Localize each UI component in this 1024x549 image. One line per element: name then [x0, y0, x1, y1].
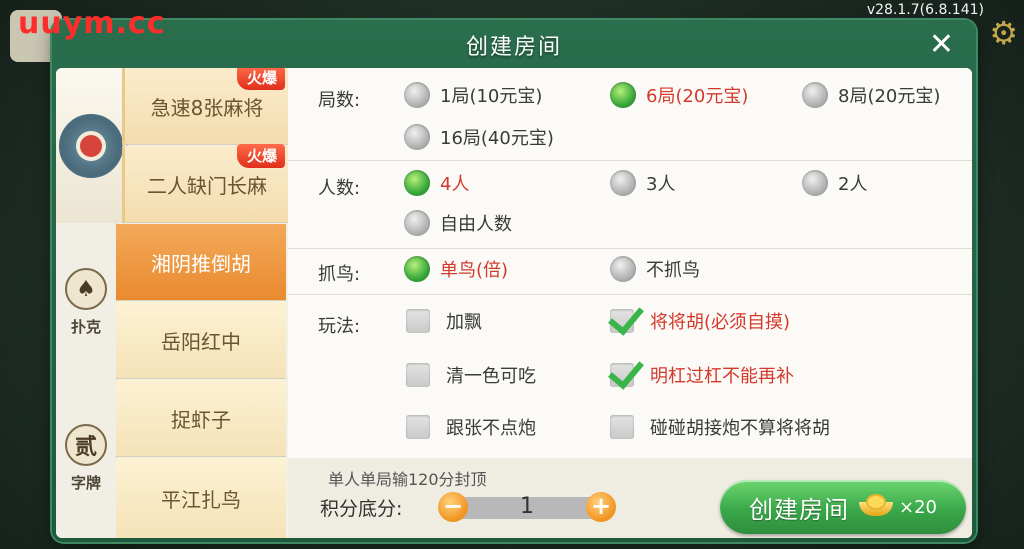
- rule-checkbox[interactable]: 清一色可吃: [406, 362, 536, 388]
- radio-icon: [802, 82, 828, 108]
- spade-icon: ♠: [65, 268, 107, 310]
- game-name: 平江扎鸟: [161, 487, 241, 512]
- rounds-row: 局数: 1局(10元宝) 6局(20元宝) 8局(20元宝) 16局(40元宝): [288, 68, 972, 161]
- option-label: 不抓鸟: [646, 260, 700, 281]
- gold-ingot-icon: [859, 496, 893, 518]
- rule-checkbox[interactable]: 跟张不点炮: [406, 414, 536, 440]
- rule-checkbox[interactable]: 碰碰胡接炮不算将将胡: [610, 414, 830, 440]
- radio-icon: [802, 170, 828, 196]
- checkbox-icon: [406, 363, 430, 387]
- game-name: 二人缺门长麻: [147, 173, 267, 198]
- players-option[interactable]: 2人: [802, 170, 867, 196]
- radio-icon: [404, 210, 430, 236]
- plus-button[interactable]: +: [586, 492, 616, 522]
- option-label: 自由人数: [440, 214, 512, 235]
- version-label: v28.1.7(6.8.141): [866, 2, 984, 18]
- gear-icon[interactable]: ⚙: [989, 14, 1018, 52]
- checkbox-icon: [406, 309, 430, 333]
- option-label: 3人: [646, 174, 676, 195]
- option-label: 清一色可吃: [446, 366, 536, 387]
- rounds-label: 局数:: [318, 90, 361, 111]
- create-room-button[interactable]: 创建房间 ×20: [720, 480, 966, 534]
- category-poker[interactable]: ♠ 扑克: [56, 268, 116, 337]
- radio-icon: [404, 124, 430, 150]
- players-option[interactable]: 自由人数: [404, 210, 512, 236]
- options-panel: 局数: 1局(10元宝) 6局(20元宝) 8局(20元宝) 16局(40元宝): [288, 68, 972, 458]
- category-zipai[interactable]: 贰 字牌: [56, 424, 116, 493]
- game-name: 捉虾子: [171, 407, 231, 432]
- radio-icon: [610, 256, 636, 282]
- radio-checked-icon: [610, 82, 636, 108]
- players-label: 人数:: [318, 178, 361, 199]
- game-list: 急速8张麻将 火爆 二人缺门长麻 火爆 湘阴推倒胡 岳阳红中 捉虾子 平江扎鸟: [116, 68, 289, 538]
- game-item[interactable]: 二人缺门长麻 火爆: [122, 144, 289, 223]
- option-label: 1局(10元宝): [440, 86, 543, 107]
- dialog-header: 创建房间: [52, 20, 976, 70]
- option-label: 4人: [440, 174, 470, 195]
- option-label: 8局(20元宝): [838, 86, 941, 107]
- rounds-option[interactable]: 1局(10元宝): [404, 82, 542, 108]
- birds-option-selected[interactable]: 单鸟(倍): [404, 256, 508, 282]
- rules-row: 玩法: 加飘 将将胡(必须自摸) 清一色可吃 明杠过杠不能再补 跟张不点炮 碰碰…: [288, 294, 972, 458]
- hot-badge: 火爆: [236, 68, 285, 90]
- rule-checkbox[interactable]: 加飘: [406, 308, 482, 334]
- zipai-icon: 贰: [65, 424, 107, 466]
- option-label: 将将胡(必须自摸): [650, 312, 791, 333]
- base-score-value: 1: [520, 494, 534, 519]
- game-item[interactable]: 平江扎鸟: [116, 458, 286, 538]
- rule-checkbox-checked[interactable]: 将将胡(必须自摸): [610, 308, 790, 334]
- radio-icon: [610, 170, 636, 196]
- game-item-active[interactable]: 湘阴推倒胡: [116, 224, 286, 301]
- game-name: 岳阳红中: [161, 329, 241, 354]
- category-rail: ♠ 扑克 贰 字牌: [56, 68, 126, 538]
- radio-checked-icon: [404, 170, 430, 196]
- rounds-option[interactable]: 16局(40元宝): [404, 124, 554, 150]
- option-label: 2人: [838, 174, 868, 195]
- game-item[interactable]: 捉虾子: [116, 380, 286, 457]
- option-label: 单鸟(倍): [440, 260, 509, 281]
- birds-option[interactable]: 不抓鸟: [610, 256, 700, 282]
- birds-row: 抓鸟: 单鸟(倍) 不抓鸟: [288, 248, 972, 295]
- checkbox-icon: [610, 415, 634, 439]
- brand-watermark: uuym.cc: [18, 6, 166, 41]
- players-option-selected[interactable]: 4人: [404, 170, 469, 196]
- birds-label: 抓鸟:: [318, 264, 361, 285]
- score-cap-text: 单人单局输120分封顶: [328, 470, 487, 489]
- players-row: 人数: 4人 3人 2人 自由人数: [288, 160, 972, 249]
- game-item[interactable]: 急速8张麻将 火爆: [122, 68, 289, 145]
- close-icon[interactable]: ✕: [929, 30, 954, 60]
- option-label: 加飘: [446, 312, 482, 333]
- radio-checked-icon: [404, 256, 430, 282]
- option-label: 16局(40元宝): [440, 128, 554, 149]
- option-label: 6局(20元宝): [646, 86, 749, 107]
- dialog-content: ♠ 扑克 贰 字牌 急速8张麻将 火爆 二人缺门长麻 火爆 湘阴推倒胡 岳阳红中: [56, 68, 972, 538]
- mahjong-icon: [59, 113, 123, 178]
- base-score-stepper: 1 − +: [438, 492, 618, 522]
- rule-checkbox-checked[interactable]: 明杠过杠不能再补: [610, 362, 794, 388]
- base-score-label: 积分底分:: [320, 498, 403, 520]
- rules-label: 玩法:: [318, 316, 361, 337]
- footer-bar: 单人单局输120分封顶 积分底分: 1 − + 创建房间 ×20: [288, 458, 972, 538]
- minus-button[interactable]: −: [438, 492, 468, 522]
- checkmark-icon: [610, 309, 634, 333]
- category-label: 扑克: [70, 318, 101, 336]
- create-room-label: 创建房间: [749, 495, 849, 524]
- option-label: 跟张不点炮: [446, 418, 536, 439]
- create-room-dialog: 创建房间 ✕ ♠ 扑克 贰 字牌 急速8张麻将 火爆 二人缺门长麻 火爆 湘阴推…: [52, 20, 976, 542]
- checkmark-icon: [610, 363, 634, 387]
- option-label: 碰碰胡接炮不算将将胡: [650, 418, 830, 439]
- radio-icon: [404, 82, 430, 108]
- dialog-title: 创建房间: [465, 35, 562, 60]
- cost-label: ×20: [899, 496, 937, 518]
- checkbox-icon: [406, 415, 430, 439]
- game-item[interactable]: 岳阳红中: [116, 302, 286, 379]
- rounds-option[interactable]: 8局(20元宝): [802, 82, 940, 108]
- category-label: 字牌: [70, 474, 101, 492]
- option-label: 明杠过杠不能再补: [650, 366, 794, 387]
- players-option[interactable]: 3人: [610, 170, 675, 196]
- rounds-option-selected[interactable]: 6局(20元宝): [610, 82, 748, 108]
- game-name: 湘阴推倒胡: [151, 251, 251, 276]
- hot-badge: 火爆: [236, 144, 285, 168]
- game-name: 急速8张麻将: [150, 95, 264, 120]
